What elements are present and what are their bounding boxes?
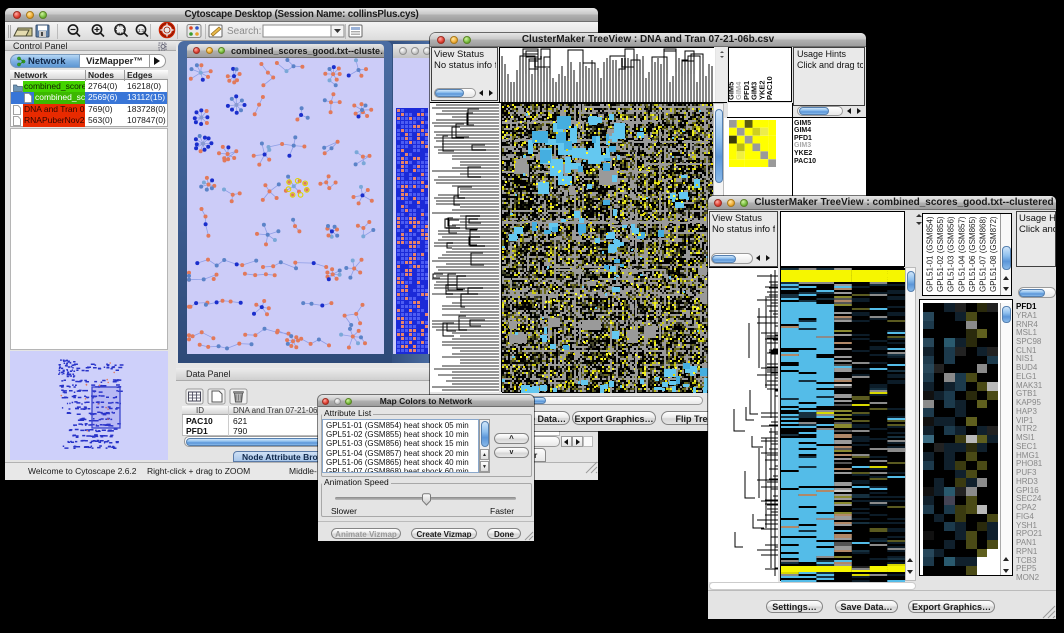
svg-text:GPL51-07 (GSM868): GPL51-07 (GSM868) bbox=[979, 216, 988, 292]
svg-text:GPL51-02 (GSM855): GPL51-02 (GSM855) bbox=[936, 216, 945, 292]
svg-text:GPL51-03 (GSM856): GPL51-03 (GSM856) bbox=[947, 216, 956, 292]
svg-text:GPL51-04 (GSM857): GPL51-04 (GSM857) bbox=[957, 216, 966, 292]
svg-text:GPL51-01 (GSM854): GPL51-01 (GSM854) bbox=[926, 216, 935, 292]
svg-text:1:1: 1:1 bbox=[138, 28, 145, 33]
svg-text:Search:: Search: bbox=[227, 26, 261, 37]
svg-text:PAC10: PAC10 bbox=[765, 76, 774, 100]
svg-text:GPL51-08 (GSM872): GPL51-08 (GSM872) bbox=[989, 216, 998, 292]
svg-text:GPL51-06 (GSM865): GPL51-06 (GSM865) bbox=[968, 216, 977, 292]
